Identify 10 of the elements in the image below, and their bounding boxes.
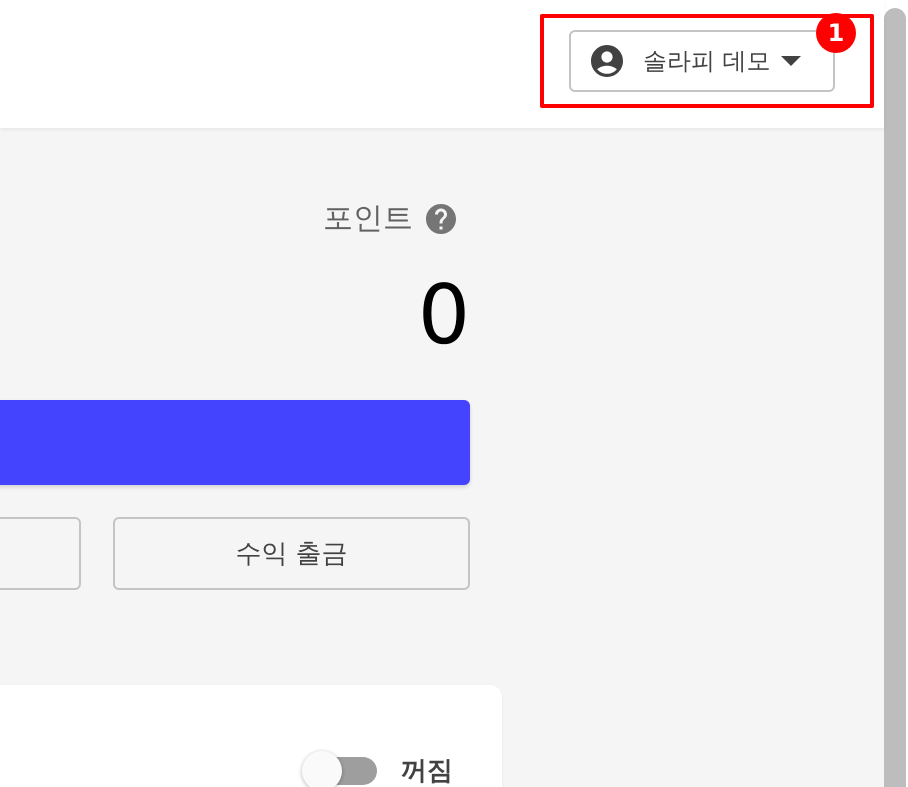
toggle-switch[interactable]	[302, 751, 377, 787]
scrollbar-thumb[interactable]	[884, 8, 906, 787]
withdraw-button[interactable]: 수익 출금	[113, 517, 470, 590]
step-number-badge: 1	[816, 13, 856, 53]
user-name: 솔라피 데모	[643, 49, 771, 73]
caret-icon	[781, 56, 801, 66]
points-value: 0	[418, 275, 470, 357]
help-icon[interactable]	[426, 204, 456, 234]
points-label: 포인트	[323, 204, 413, 234]
toggle-label: 꺼짐	[401, 758, 453, 784]
